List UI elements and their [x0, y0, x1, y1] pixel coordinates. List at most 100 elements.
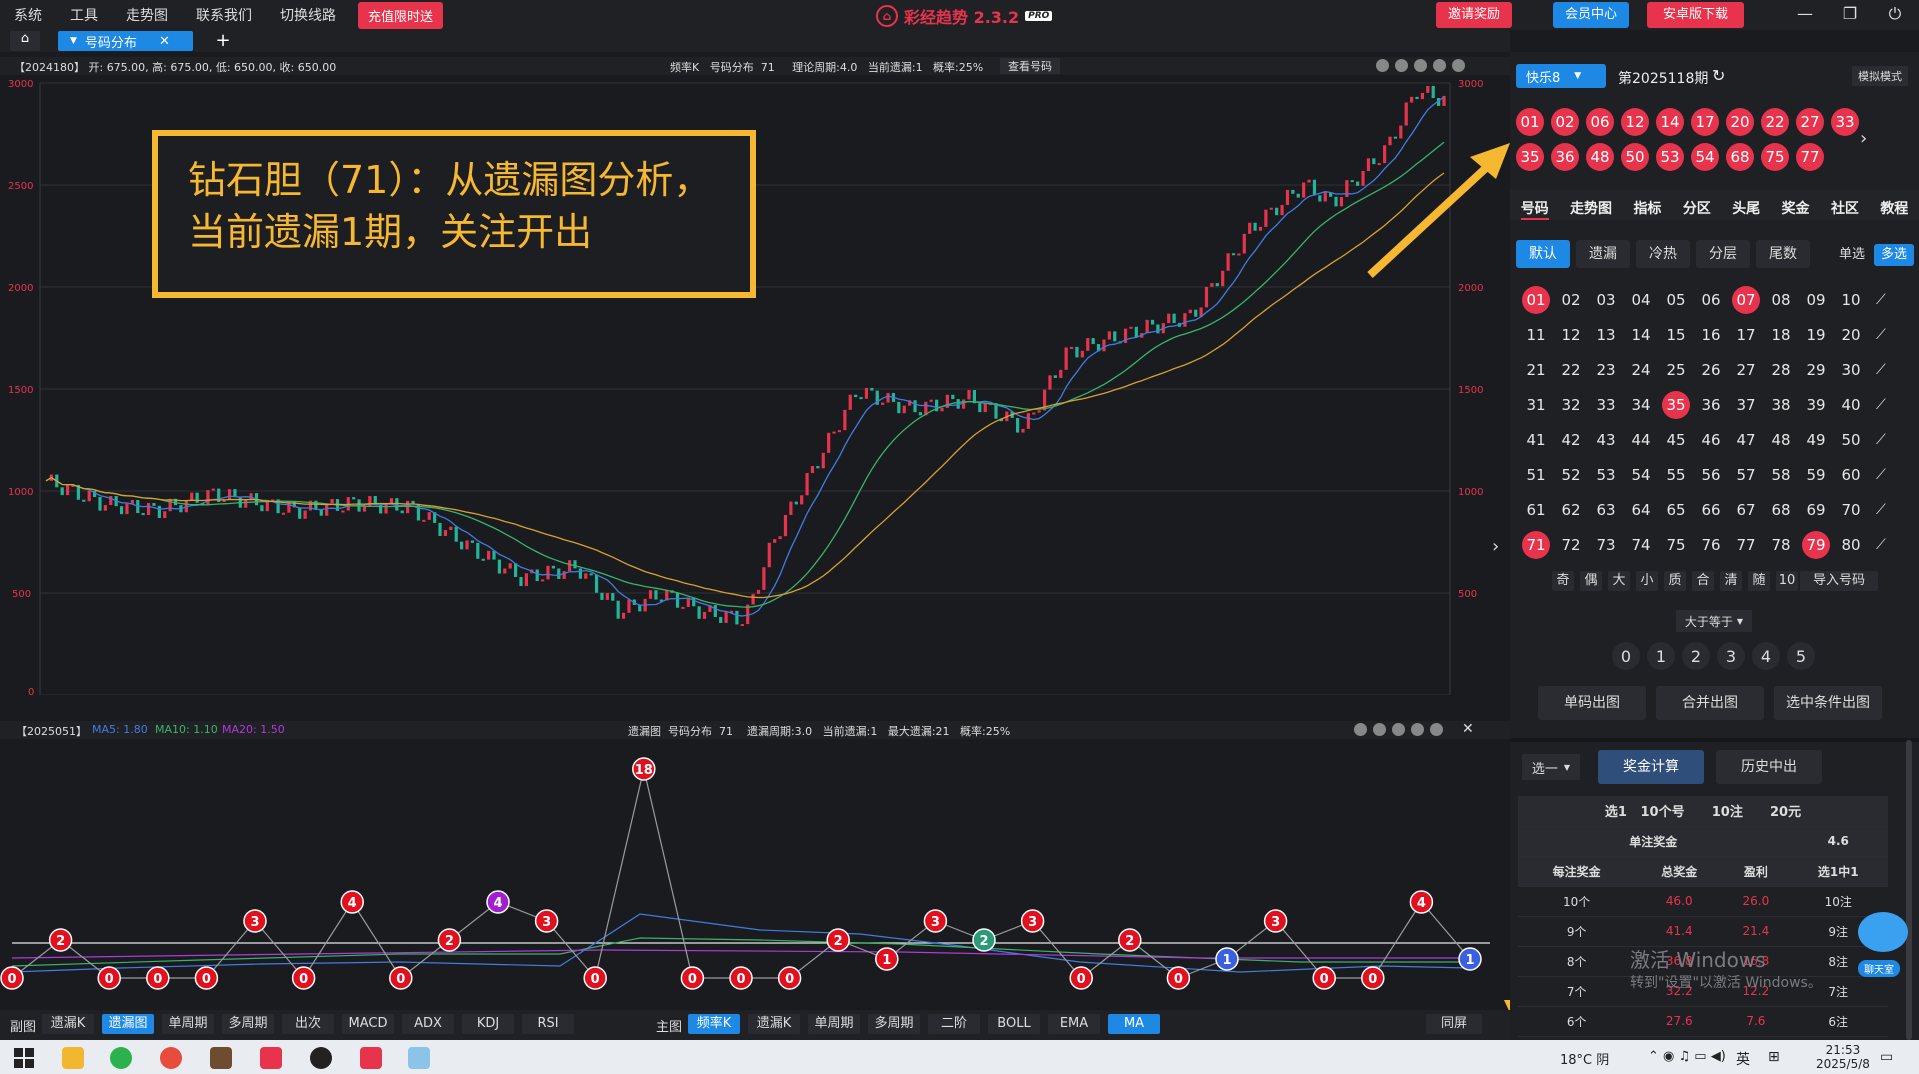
- function-tab[interactable]: 奖金: [1782, 198, 1810, 220]
- number-cell[interactable]: 44: [1627, 426, 1655, 454]
- number-cell[interactable]: 13: [1592, 321, 1620, 349]
- ime-icon[interactable]: ⊞: [1768, 1049, 1780, 1065]
- number-cell[interactable]: 38: [1767, 391, 1795, 419]
- number-cell[interactable]: 71: [1522, 531, 1550, 559]
- function-tab[interactable]: 头尾: [1732, 198, 1760, 220]
- number-cell[interactable]: 73: [1592, 531, 1620, 559]
- function-tab[interactable]: 指标: [1633, 198, 1661, 220]
- number-cell[interactable]: 22: [1557, 356, 1585, 384]
- number-cell[interactable]: 30: [1837, 356, 1865, 384]
- trend-icon[interactable]: ⟋: [1876, 432, 1886, 448]
- function-tab[interactable]: 分区: [1683, 198, 1711, 220]
- app-taskbar-icon[interactable]: [260, 1047, 282, 1069]
- back-icon[interactable]: [1373, 723, 1386, 736]
- number-cell[interactable]: 63: [1592, 496, 1620, 524]
- back-icon[interactable]: [1395, 59, 1408, 72]
- number-cell[interactable]: 54: [1627, 461, 1655, 489]
- prize-calc-button[interactable]: 奖金计算: [1598, 750, 1704, 784]
- number-cell[interactable]: 17: [1732, 321, 1760, 349]
- function-tab[interactable]: 走势图: [1570, 198, 1612, 220]
- number-cell[interactable]: 05: [1662, 286, 1690, 314]
- chrome-icon[interactable]: [160, 1047, 182, 1069]
- menu-contact[interactable]: 联系我们: [196, 5, 252, 25]
- number-cell[interactable]: 34: [1627, 391, 1655, 419]
- minimize-icon[interactable]: —: [1795, 4, 1815, 23]
- invite-button[interactable]: 邀请奖励: [1436, 2, 1513, 28]
- number-cell[interactable]: 08: [1767, 286, 1795, 314]
- input-language[interactable]: 英: [1736, 1049, 1750, 1069]
- number-cell[interactable]: 16: [1697, 321, 1725, 349]
- btn-single-period[interactable]: 单周期: [162, 1014, 214, 1034]
- number-cell[interactable]: 24: [1627, 356, 1655, 384]
- btn-sync-screen[interactable]: 同屏: [1426, 1014, 1482, 1034]
- close-icon[interactable]: ✕: [159, 34, 170, 49]
- btn-omission-k[interactable]: 遗漏K: [42, 1014, 94, 1034]
- number-cell[interactable]: 41: [1522, 426, 1550, 454]
- import-numbers-button[interactable]: 导入号码: [1800, 571, 1878, 591]
- quick-select-button[interactable]: 偶: [1580, 571, 1602, 591]
- btn-ma[interactable]: MA: [1108, 1014, 1160, 1034]
- quick-select-button[interactable]: 大: [1608, 571, 1630, 591]
- number-cell[interactable]: 01: [1522, 286, 1550, 314]
- number-cell[interactable]: 75: [1662, 531, 1690, 559]
- number-cell[interactable]: 10: [1837, 286, 1865, 314]
- number-cell[interactable]: 72: [1557, 531, 1585, 559]
- number-cell[interactable]: 31: [1522, 391, 1550, 419]
- history-button[interactable]: 历史中出: [1716, 750, 1822, 784]
- number-cell[interactable]: 65: [1662, 496, 1690, 524]
- number-cell[interactable]: 56: [1697, 461, 1725, 489]
- number-cell[interactable]: 40: [1837, 391, 1865, 419]
- weather[interactable]: 18°C 阴: [1560, 1049, 1609, 1068]
- up-icon[interactable]: [1414, 59, 1427, 72]
- quick-select-button[interactable]: 小: [1636, 571, 1658, 591]
- number-cell[interactable]: 53: [1592, 461, 1620, 489]
- chat-icon[interactable]: [1858, 912, 1908, 952]
- btn-omission-k-main[interactable]: 遗漏K: [748, 1014, 800, 1034]
- tray-icons[interactable]: ⌃ ◉ ♫ ▭ ◀): [1648, 1049, 1726, 1064]
- number-cell[interactable]: 37: [1732, 391, 1760, 419]
- omission-chart[interactable]: 0 2 0 0 0 3 0 4 0 2 4 3 0 18 0 0 0 2 1 3 2 3 0 2 0 1 3 0 0 4 1: [0, 740, 1510, 1010]
- btn-second-order[interactable]: 二阶: [928, 1014, 980, 1034]
- number-cell[interactable]: 02: [1557, 286, 1585, 314]
- btn-appearances[interactable]: 出次: [282, 1014, 334, 1034]
- number-cell[interactable]: 69: [1802, 496, 1830, 524]
- number-cell[interactable]: 62: [1557, 496, 1585, 524]
- quick-select-button[interactable]: 合: [1692, 571, 1714, 591]
- home-icon[interactable]: ⌂: [10, 31, 40, 51]
- count-button[interactable]: 2: [1682, 642, 1710, 670]
- number-cell[interactable]: 76: [1697, 531, 1725, 559]
- number-cell[interactable]: 77: [1732, 531, 1760, 559]
- trend-icon[interactable]: ⟋: [1876, 502, 1886, 518]
- number-cell[interactable]: 07: [1732, 286, 1760, 314]
- whk-icon[interactable]: [210, 1047, 232, 1069]
- number-cell[interactable]: 60: [1837, 461, 1865, 489]
- up-icon[interactable]: [1392, 723, 1405, 736]
- chat-room-label[interactable]: 聊天室: [1858, 960, 1900, 977]
- menu-tools[interactable]: 工具: [70, 5, 98, 25]
- number-cell[interactable]: 29: [1802, 356, 1830, 384]
- number-cell[interactable]: 23: [1592, 356, 1620, 384]
- number-cell[interactable]: 74: [1627, 531, 1655, 559]
- notes-icon[interactable]: [408, 1047, 430, 1069]
- promo-button[interactable]: 充值限时送: [358, 1, 444, 29]
- start-icon[interactable]: [14, 1048, 34, 1068]
- btn-rsi[interactable]: RSI: [522, 1014, 574, 1034]
- btn-boll[interactable]: BOLL: [988, 1014, 1040, 1034]
- number-cell[interactable]: 59: [1802, 461, 1830, 489]
- notification-icon[interactable]: ▭: [1880, 1049, 1893, 1065]
- pin-icon[interactable]: [1354, 723, 1367, 736]
- single-select[interactable]: 单选: [1832, 244, 1872, 266]
- number-cell[interactable]: 15: [1662, 321, 1690, 349]
- number-cell[interactable]: 80: [1837, 531, 1865, 559]
- number-cell[interactable]: 36: [1697, 391, 1725, 419]
- number-cell[interactable]: 64: [1627, 496, 1655, 524]
- trend-icon[interactable]: ⟋: [1876, 537, 1886, 553]
- condition-select[interactable]: 大于等于 ▼: [1676, 610, 1752, 632]
- scrollbar[interactable]: [1906, 740, 1912, 1040]
- number-cell[interactable]: 12: [1557, 321, 1585, 349]
- count-button[interactable]: 0: [1612, 642, 1640, 670]
- filter-button[interactable]: 尾数: [1756, 240, 1810, 268]
- number-cell[interactable]: 11: [1522, 321, 1550, 349]
- android-download-button[interactable]: 安卓版下载: [1647, 2, 1745, 28]
- quick-select-button[interactable]: 奇: [1552, 571, 1574, 591]
